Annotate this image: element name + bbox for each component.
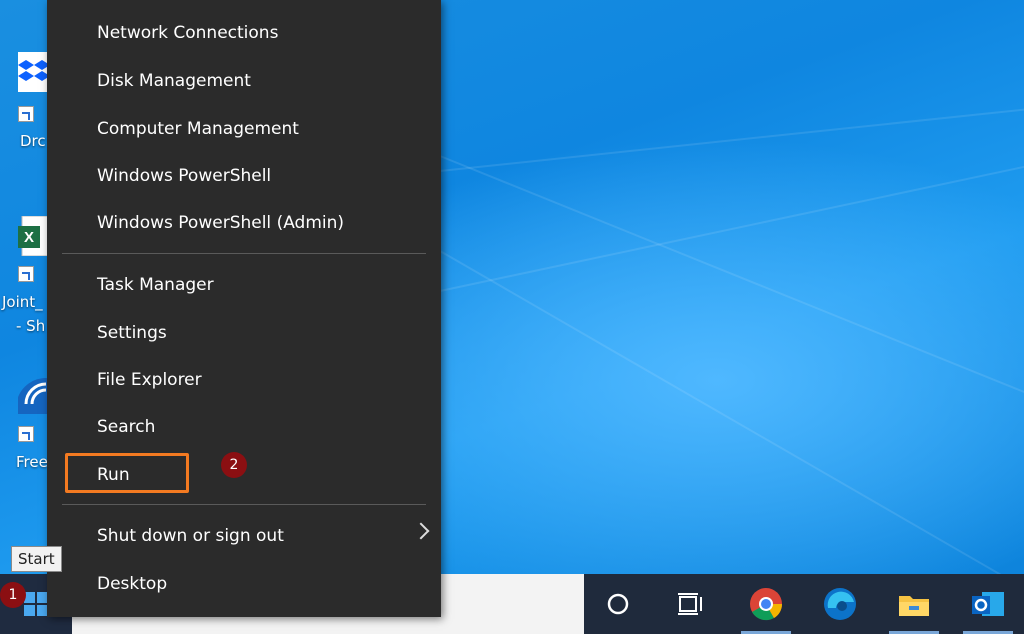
menu-item-windows-powershell[interactable]: Windows PowerShell [97, 166, 271, 186]
menu-item-file-explorer[interactable]: File Explorer [97, 370, 202, 390]
outlook-icon[interactable] [970, 586, 1006, 622]
light-beam [439, 96, 1024, 172]
menu-item-settings[interactable]: Settings [97, 323, 167, 343]
desktop-icon-label: Drc [20, 132, 46, 150]
chevron-right-icon [412, 522, 430, 540]
excel-icon: X [18, 216, 50, 256]
desktop-icon-label: Free [16, 453, 48, 471]
step-badge-2: 2 [221, 452, 247, 478]
svg-text:X: X [24, 229, 34, 246]
shortcut-arrow-icon [18, 266, 34, 282]
menu-item-windows-powershell-admin[interactable]: Windows PowerShell (Admin) [97, 213, 344, 233]
step-badge-1: 1 [0, 582, 26, 608]
menu-separator [62, 253, 426, 254]
menu-item-search[interactable]: Search [97, 417, 155, 437]
wifi-icon [18, 378, 50, 414]
light-beam [439, 250, 1024, 602]
windows-logo-icon [24, 592, 48, 616]
menu-item-disk-management[interactable]: Disk Management [97, 71, 251, 91]
shortcut-arrow-icon [18, 106, 34, 122]
menu-item-computer-management[interactable]: Computer Management [97, 119, 299, 139]
chrome-icon[interactable] [748, 586, 784, 622]
power-user-menu: Network Connections Disk Management Comp… [47, 0, 441, 617]
file-explorer-icon[interactable] [896, 586, 932, 622]
menu-item-run[interactable]: Run [97, 465, 130, 485]
light-beam [439, 144, 1024, 292]
edge-icon[interactable] [822, 586, 858, 622]
dropbox-icon [18, 52, 50, 92]
desktop-icon-label-line1: Joint_ [2, 293, 43, 311]
menu-item-shut-down-or-sign-out[interactable]: Shut down or sign out [97, 526, 284, 546]
menu-item-desktop[interactable]: Desktop [97, 574, 167, 594]
desktop-icon-label-line2: - Sh [16, 317, 46, 335]
menu-item-network-connections[interactable]: Network Connections [97, 23, 278, 43]
menu-item-task-manager[interactable]: Task Manager [97, 275, 214, 295]
light-beam [439, 155, 1024, 420]
menu-separator [62, 504, 426, 505]
cortana-icon[interactable] [600, 586, 636, 622]
task-view-icon[interactable] [671, 586, 707, 622]
start-tooltip: Start [11, 546, 62, 572]
shortcut-arrow-icon [18, 426, 34, 442]
